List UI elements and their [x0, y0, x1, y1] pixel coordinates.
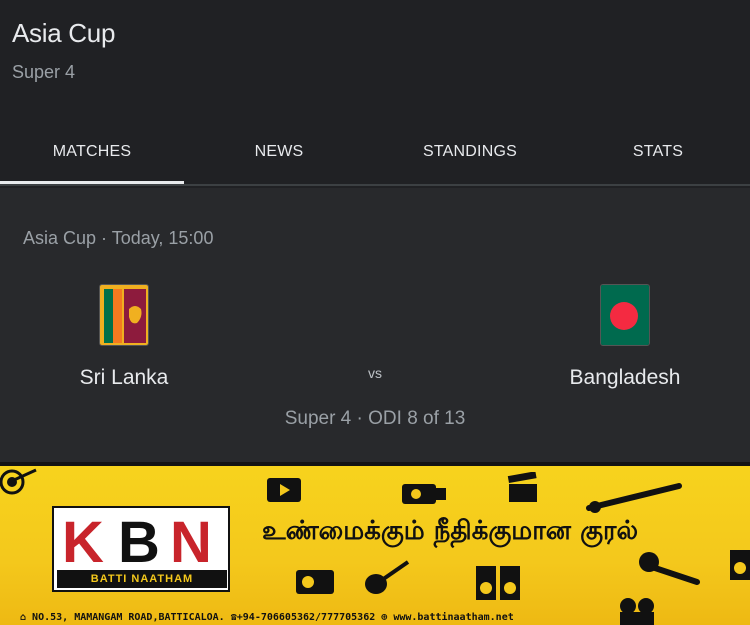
away-team[interactable]: Bangladesh	[525, 284, 725, 390]
page-title: Asia Cup	[12, 18, 116, 48]
match-round: Super 4 · ODI 8 of 13	[284, 408, 466, 429]
address-text: NO.53, MAMANGAM ROAD,BATTICALOA.	[32, 612, 225, 623]
home-icon: ⌂	[20, 612, 33, 623]
sri-lanka-flag-icon	[99, 284, 149, 346]
kbn-logo: K B N BATTI NAATHAM	[52, 506, 230, 592]
svg-text:K: K	[62, 512, 104, 568]
logo-subtitle: BATTI NAATHAM	[57, 570, 227, 588]
clapperboard-icon	[507, 472, 537, 502]
vs-label: vs	[368, 365, 382, 381]
website-link[interactable]: www.battinaatham.net	[393, 612, 513, 623]
tab-standings[interactable]: STANDINGS	[374, 120, 566, 184]
match-card[interactable]: Asia Cup · Today, 15:00 Sri Lanka vs Ban…	[0, 188, 750, 462]
microphone-icon	[639, 552, 700, 585]
flute-icon	[586, 483, 682, 513]
tab-matches[interactable]: MATCHES	[0, 120, 184, 184]
active-tab-indicator	[0, 181, 184, 184]
film-clapper-icon	[267, 478, 301, 502]
home-team[interactable]: Sri Lanka	[24, 284, 224, 390]
svg-text:B: B	[118, 512, 160, 568]
away-team-name: Bangladesh	[569, 366, 681, 389]
banner-tagline: உண்மைக்கும் நீதிக்குமான குரல்	[262, 516, 639, 546]
guitar-icon	[365, 560, 410, 594]
home-team-name: Sri Lanka	[79, 366, 169, 389]
camera-icon	[402, 484, 446, 504]
page-subtitle: Super 4	[12, 62, 76, 82]
phone-text: +94-706605362/777705362	[236, 612, 376, 623]
radio-icon	[296, 570, 334, 594]
bangladesh-flag-icon	[600, 284, 650, 346]
tab-stats[interactable]: STATS	[566, 120, 750, 184]
advertisement-banner[interactable]: K B N BATTI NAATHAM உண்மைக்கும் நீதிக்கு…	[0, 462, 750, 625]
kbn-logo-mark: K B N	[62, 512, 212, 568]
speaker-icon	[730, 550, 750, 580]
app-header: Asia Cup Super 4	[0, 0, 750, 120]
tab-bar: MATCHES NEWS STANDINGS STATS	[0, 120, 750, 186]
globe-icon: ⊕	[381, 612, 394, 623]
match-meta: Asia Cup · Today, 15:00	[23, 228, 214, 248]
speakers-icon	[476, 566, 520, 600]
contact-bar: ⌂ NO.53, MAMANGAM ROAD,BATTICALOA. ☎+94-…	[0, 606, 750, 625]
tab-news[interactable]: NEWS	[184, 120, 374, 184]
target-icon	[0, 468, 37, 495]
svg-text:N: N	[170, 512, 212, 568]
